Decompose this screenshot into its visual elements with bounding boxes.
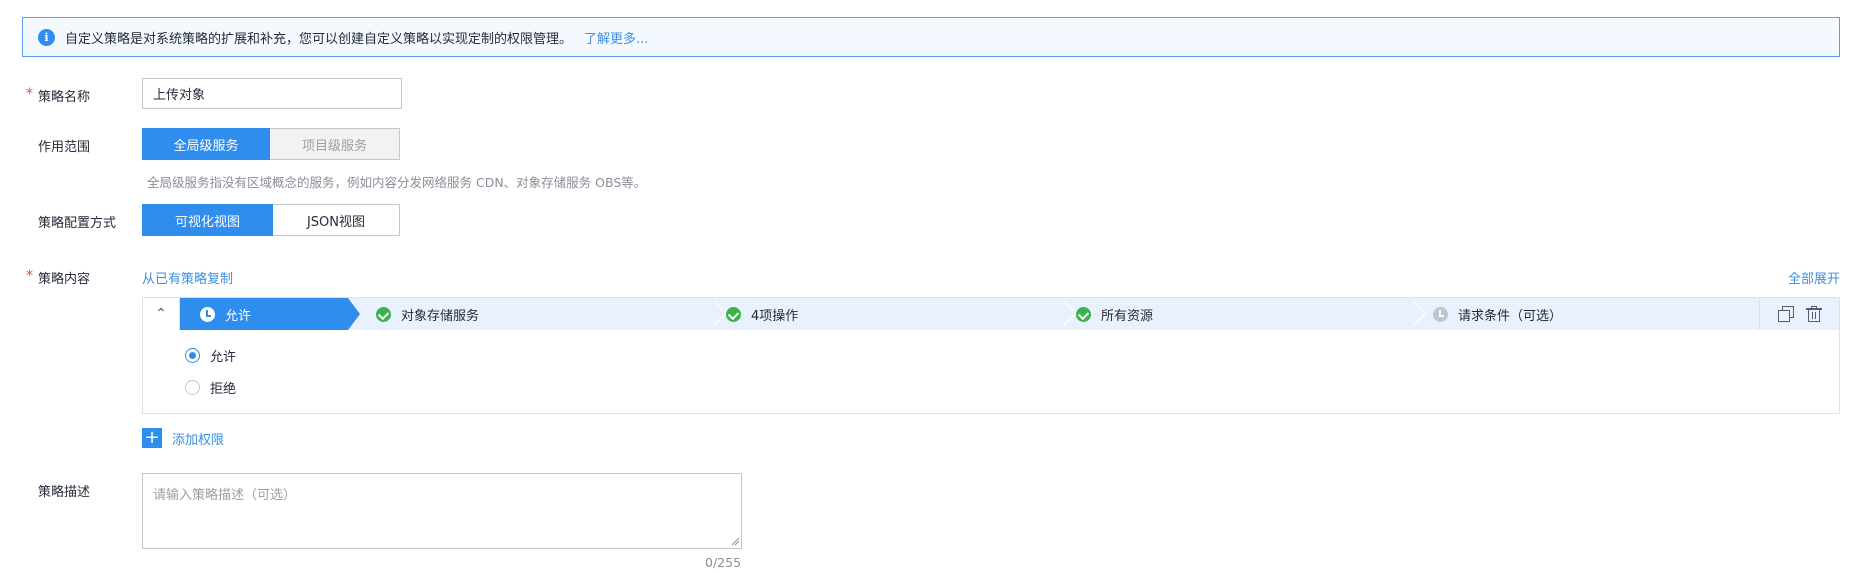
check-circle-icon: [726, 306, 741, 322]
config-mode-toggle: 可视化视图 JSON视图: [142, 204, 400, 236]
policy-name-label: 策略名称: [38, 90, 91, 105]
copy-policy-link[interactable]: 从已有策略复制: [142, 268, 233, 287]
radio-label: 允许: [210, 350, 237, 365]
scope-hint: 全局级服务指没有区域概念的服务，例如内容分发网络服务 CDN、对象存储服务 OB…: [147, 175, 647, 190]
step-effect[interactable]: 允许: [180, 298, 360, 330]
scope-toggle: 全局级服务 项目级服务: [142, 128, 400, 160]
required-mark: *: [26, 268, 33, 284]
plus-icon: +: [142, 428, 162, 448]
clock-icon: [200, 306, 215, 322]
clock-icon: [1433, 306, 1448, 322]
step-label: 请求条件（可选）: [1458, 308, 1563, 324]
step-actions[interactable]: 4项操作: [726, 298, 1066, 330]
policy-statement-box: ⌃ 允许 对象存储服务 4项操作 所有资源 请求条件（可选） 允许 拒绝: [142, 297, 1840, 414]
info-text: 自定义策略是对系统策略的扩展和补充，您可以创建自定义策略以实现定制的权限管理。: [65, 31, 573, 47]
description-textarea[interactable]: [142, 473, 742, 549]
step-label: 允许: [225, 308, 252, 324]
chevron-up-icon: ⌃: [155, 306, 167, 322]
required-mark: *: [26, 86, 33, 102]
step-service[interactable]: 对象存储服务: [376, 298, 716, 330]
scope-global-button[interactable]: 全局级服务: [142, 128, 270, 160]
radio-unchecked-icon: [185, 380, 200, 395]
collapse-button[interactable]: ⌃: [143, 298, 180, 330]
step-conditions[interactable]: 请求条件（可选）: [1433, 298, 1733, 330]
step-separator: [708, 298, 720, 330]
visual-view-button[interactable]: 可视化视图: [142, 204, 273, 236]
step-label: 对象存储服务: [401, 308, 480, 324]
scope-project-button[interactable]: 项目级服务: [270, 128, 400, 160]
info-icon: i: [38, 28, 55, 46]
step-separator: [1058, 298, 1070, 330]
step-resources[interactable]: 所有资源: [1076, 298, 1416, 330]
radio-checked-icon: [185, 348, 200, 363]
copy-icon[interactable]: [1777, 306, 1794, 322]
radio-label: 拒绝: [210, 382, 237, 397]
check-circle-icon: [376, 306, 391, 322]
step-label: 4项操作: [751, 308, 799, 324]
info-banner: i 自定义策略是对系统策略的扩展和补充，您可以创建自定义策略以实现定制的权限管理…: [22, 17, 1840, 57]
radio-allow[interactable]: 允许: [185, 346, 236, 365]
resize-handle-icon[interactable]: [730, 536, 740, 546]
description-label: 策略描述: [38, 485, 91, 500]
step-label: 所有资源: [1101, 308, 1154, 324]
add-permission-label: 添加权限: [172, 432, 225, 448]
add-permission-button[interactable]: + 添加权限: [142, 428, 224, 448]
step-bar: ⌃ 允许 对象存储服务 4项操作 所有资源 请求条件（可选）: [143, 298, 1839, 330]
step-separator: [1408, 298, 1420, 330]
config-mode-label: 策略配置方式: [38, 216, 117, 231]
scope-label: 作用范围: [38, 140, 91, 155]
char-counter: 0/255: [705, 555, 742, 570]
learn-more-link[interactable]: 了解更多...: [584, 28, 648, 47]
content-label: 策略内容: [38, 272, 91, 287]
json-view-button[interactable]: JSON视图: [273, 204, 400, 236]
statement-tools: [1759, 298, 1839, 330]
radio-deny[interactable]: 拒绝: [185, 378, 236, 397]
trash-icon[interactable]: [1805, 306, 1822, 322]
policy-name-input[interactable]: [142, 78, 402, 109]
expand-all-link[interactable]: 全部展开: [1788, 268, 1840, 287]
check-circle-icon: [1076, 306, 1091, 322]
